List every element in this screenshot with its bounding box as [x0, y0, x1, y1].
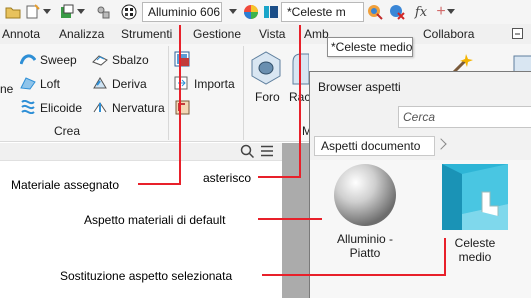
- annotation-default-appearance: Aspetto materiali di default: [84, 213, 226, 227]
- screenshot-root: Alluminio 606 *Celeste m fx + Annota Ana…: [0, 0, 531, 298]
- annotation-material-assigned: Materiale assegnato: [11, 178, 120, 192]
- annotation-lines: [138, 25, 446, 276]
- annotation-override-selected: Sostituzione aspetto selezionata: [60, 269, 233, 283]
- annotation-line-asterisk: [258, 25, 301, 178]
- annotation-asterisk: asterisco: [203, 171, 252, 185]
- annotation-line-override: [262, 238, 446, 276]
- annotation-line-material: [138, 25, 181, 185]
